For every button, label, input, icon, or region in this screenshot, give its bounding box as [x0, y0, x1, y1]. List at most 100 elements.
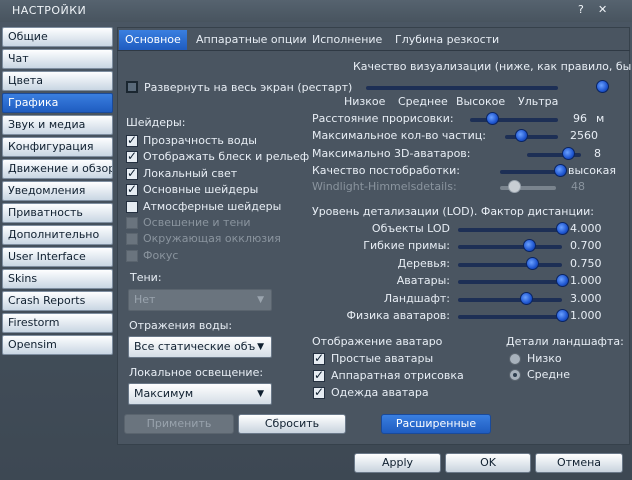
shadows-label: Тени:: [130, 271, 162, 284]
lod-slider[interactable]: [458, 245, 562, 250]
close-icon[interactable]: ✕: [598, 3, 607, 16]
draw_distance-slider-knob[interactable]: [486, 112, 499, 125]
lod-slider[interactable]: [458, 228, 562, 232]
sidebar-item-11[interactable]: Skins: [2, 269, 113, 289]
chevron-down-icon: ▼: [257, 389, 264, 399]
sidebar-item-14[interactable]: Opensim: [2, 335, 113, 355]
terrain-radio[interactable]: [509, 353, 521, 365]
lod-slider[interactable]: [458, 315, 562, 319]
windlight-label: Windlight-Himmelsdetails:: [312, 180, 457, 193]
lod-slider-knob[interactable]: [525, 256, 539, 270]
sidebar-item-label: Общие: [8, 30, 48, 43]
sidebar-item-13[interactable]: Firestorm: [2, 313, 113, 333]
preferences-window: НАСТРОЙКИ ? ✕ Общие Чат Цвета Графика Звук и…: [0, 0, 632, 480]
ok-button[interactable]: OK: [445, 453, 531, 473]
quality-slider[interactable]: [366, 86, 558, 90]
lod-item-value: 3.000: [570, 291, 602, 305]
postprocess-slider[interactable]: [500, 170, 560, 174]
sidebar-item-9[interactable]: Дополнительно: [2, 225, 113, 245]
avatar-render-checkbox[interactable]: [313, 368, 325, 382]
draw_distance-label: Расстояние прорисовки:: [312, 112, 454, 125]
shader-checkbox[interactable]: [126, 200, 138, 213]
lod-slider-knob[interactable]: [556, 309, 569, 322]
shadows-dropdown[interactable]: Нет ▼: [128, 289, 272, 311]
quality-tick-label: Низкое: [344, 95, 386, 108]
avatars3d-slider-knob[interactable]: [561, 147, 575, 160]
reset-button[interactable]: Сбросить: [238, 414, 346, 434]
terrain-radio[interactable]: [509, 369, 521, 381]
sidebar-item-10[interactable]: User Interface: [2, 247, 113, 267]
water-value: Все статические объ: [134, 340, 256, 353]
window-title: НАСТРОЙКИ: [12, 4, 87, 17]
avatar-render-checkbox[interactable]: [313, 351, 325, 365]
avatar-render-checkbox[interactable]: [313, 385, 325, 399]
sidebar-item-2[interactable]: Цвета: [2, 71, 113, 91]
fullscreen-checkbox[interactable]: [126, 81, 138, 93]
water-label: Отражения воды:: [129, 319, 233, 332]
sidebar-item-label: Цвета: [8, 74, 43, 87]
lod-item-value: 0.750: [570, 256, 602, 270]
lod-slider[interactable]: [458, 280, 562, 285]
sidebar-item-5[interactable]: Конфигурация: [2, 137, 113, 157]
sidebar-item-3[interactable]: Графика: [2, 93, 113, 113]
draw_distance-value: 96: [573, 112, 587, 125]
tab-1[interactable]: Аппаратные опции: [190, 30, 313, 50]
lod-item-label: Физика аватаров:: [346, 309, 450, 322]
shader-label: Фокус: [143, 248, 179, 262]
shader-label: Основные шейдеры: [143, 183, 259, 197]
sidebar-item-label: User Interface: [8, 250, 86, 263]
sidebar-item-label: Чат: [8, 52, 29, 65]
help-icon[interactable]: ?: [578, 3, 584, 16]
quality-tick-label: Ультра: [518, 95, 559, 108]
lod-item-label: Объекты LOD: [371, 222, 450, 235]
lod-slider-knob[interactable]: [519, 291, 533, 305]
tab-2[interactable]: Исполнение: [306, 30, 388, 50]
sidebar-item-6[interactable]: Движение и обзор: [2, 159, 113, 179]
water-dropdown[interactable]: Все статические объ ▼: [128, 336, 272, 358]
sidebar-item-0[interactable]: Общие: [2, 27, 113, 47]
cancel-button[interactable]: Отмена: [535, 453, 623, 473]
sidebar-item-12[interactable]: Crash Reports: [2, 291, 113, 311]
shader-checkbox[interactable]: [126, 133, 138, 147]
draw_distance-unit: м: [596, 112, 605, 125]
shader-checkbox[interactable]: [126, 149, 138, 164]
sidebar-item-7[interactable]: Уведомления: [2, 181, 113, 201]
shaders-label: Шейдеры:: [126, 116, 186, 129]
sidebar-item-label: Движение и обзор: [8, 162, 113, 175]
shader-label: Отображать блеск и рельеф: [143, 150, 310, 164]
quality-label: Качество визуализации (ниже, как правило…: [353, 60, 632, 73]
shader-label: Атмосферные шейдеры: [143, 199, 282, 213]
lod-item-value: 1.000: [570, 309, 602, 322]
tab-3[interactable]: Глубина резкости: [389, 30, 505, 50]
apply-button[interactable]: Apply: [354, 453, 441, 473]
postprocess-slider-knob[interactable]: [554, 164, 567, 177]
shader-label: Освешение и тени: [143, 216, 251, 229]
lod-slider-knob[interactable]: [556, 222, 569, 235]
shader-checkbox[interactable]: [126, 182, 138, 197]
sidebar-item-label: Графика: [8, 96, 59, 109]
sidebar-item-label: Firestorm: [8, 316, 60, 329]
particles-slider-knob[interactable]: [514, 129, 528, 142]
tab-divider: [117, 50, 630, 51]
apply-inner-button[interactable]: Применить: [124, 414, 234, 434]
local-light-dropdown[interactable]: Максимум ▼: [128, 383, 272, 405]
shader-checkbox: [126, 249, 138, 262]
lod-slider[interactable]: [458, 262, 562, 267]
shader-label: Прозрачность воды: [143, 134, 257, 147]
draw_distance-slider[interactable]: [470, 118, 558, 122]
postprocess-label: Качество постобработки:: [312, 164, 461, 177]
local-light-label: Локальное освещение:: [129, 366, 264, 379]
shader-checkbox[interactable]: [126, 166, 138, 180]
sidebar-item-4[interactable]: Звук и медиа: [2, 115, 113, 135]
particles-slider[interactable]: [505, 135, 558, 139]
lod-item-label: Деревья:: [397, 256, 450, 270]
lod-slider[interactable]: [458, 297, 562, 302]
title-bar[interactable]: НАСТРОЙКИ ? ✕: [0, 0, 632, 22]
avatar-render-label: Отображение аватаро: [312, 335, 443, 348]
sidebar-item-label: Дополнительно: [8, 228, 100, 241]
sidebar-item-8[interactable]: Приватность: [2, 203, 113, 223]
sidebar-item-1[interactable]: Чат: [2, 49, 113, 69]
quality-slider-knob[interactable]: [596, 80, 609, 93]
tab-0[interactable]: Основное: [119, 30, 187, 50]
advanced-button[interactable]: Расширенные: [381, 414, 491, 434]
